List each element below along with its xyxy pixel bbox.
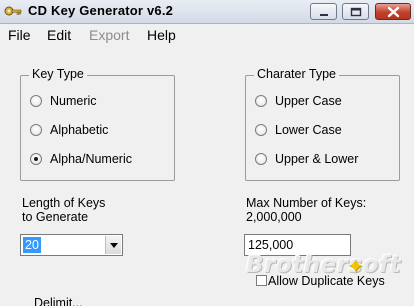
max-keys-input-value: 125,000 — [248, 238, 294, 252]
char-type-legend: Charater Type — [254, 67, 339, 81]
radio-upper-lower[interactable]: Upper & Lower — [255, 152, 358, 166]
title-bar: CD Key Generator v6.2 — [0, 0, 414, 24]
radio-alphabetic-indicator — [30, 124, 42, 136]
radio-numeric[interactable]: Numeric — [30, 94, 97, 108]
radio-lower-case[interactable]: Lower Case — [255, 123, 342, 137]
radio-upper-lower-label: Upper & Lower — [275, 152, 359, 166]
allow-duplicates-label: Allow Duplicate Keys — [268, 274, 385, 288]
key-type-legend: Key Type — [29, 67, 87, 81]
radio-alpha-numeric[interactable]: Alpha/Numeric — [30, 152, 132, 166]
radio-lower-case-label: Lower Case — [275, 123, 342, 137]
dropdown-arrow-icon[interactable] — [105, 236, 121, 254]
radio-upper-case-label: Upper Case — [275, 94, 342, 108]
length-label-line2: to Generate — [22, 210, 89, 224]
radio-lower-case-indicator — [255, 124, 267, 136]
radio-alpha-numeric-label: Alpha/Numeric — [50, 152, 132, 166]
menu-help[interactable]: Help — [147, 27, 176, 43]
maximize-icon — [350, 7, 362, 17]
delimiter-label: Delimit... — [34, 296, 83, 306]
minimize-button[interactable] — [310, 3, 337, 20]
window-title: CD Key Generator v6.2 — [28, 3, 174, 18]
max-keys-label-line1: Max Number of Keys: — [246, 196, 367, 210]
key-icon — [4, 4, 22, 18]
radio-numeric-indicator — [30, 95, 42, 107]
radio-alpha-numeric-indicator — [30, 153, 42, 165]
minimize-icon — [320, 14, 328, 16]
radio-upper-case[interactable]: Upper Case — [255, 94, 342, 108]
length-select[interactable]: 20 — [20, 234, 123, 256]
maximize-button[interactable] — [342, 3, 369, 20]
radio-alphabetic[interactable]: Alphabetic — [30, 123, 108, 137]
length-label-line1: Length of Keys — [22, 196, 106, 210]
menu-bar: File Edit Export Help — [0, 24, 414, 46]
radio-numeric-label: Numeric — [50, 94, 97, 108]
close-button[interactable] — [375, 3, 411, 20]
max-keys-label-line2: 2,000,000 — [246, 210, 302, 224]
close-icon — [387, 6, 400, 18]
allow-duplicates-checkbox[interactable] — [256, 275, 267, 286]
radio-alphabetic-label: Alphabetic — [50, 123, 109, 137]
length-select-value: 20 — [23, 237, 41, 253]
radio-upper-case-indicator — [255, 95, 267, 107]
menu-file[interactable]: File — [8, 27, 31, 43]
menu-export: Export — [89, 27, 130, 43]
menu-edit[interactable]: Edit — [47, 27, 71, 43]
radio-upper-lower-indicator — [255, 153, 267, 165]
